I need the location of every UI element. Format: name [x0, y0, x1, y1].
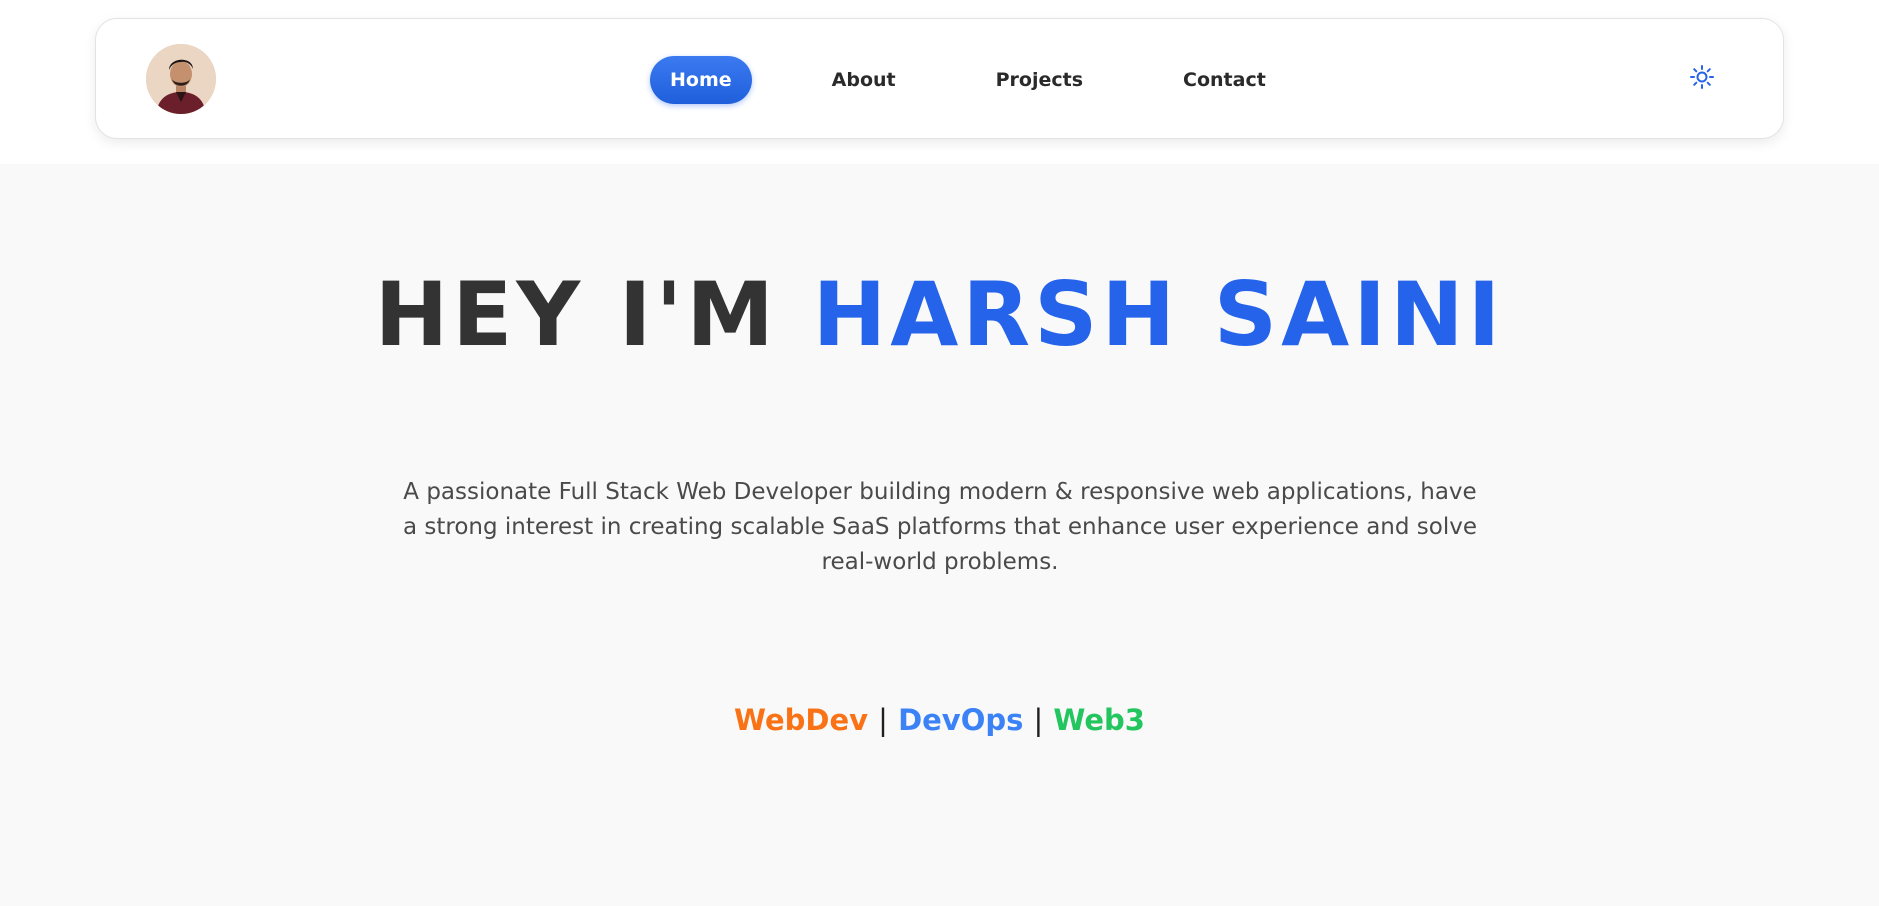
skill-separator: | [878, 703, 888, 737]
skill-web3: Web3 [1053, 703, 1145, 737]
avatar[interactable] [146, 44, 216, 114]
nav-contact[interactable]: Contact [1163, 56, 1286, 104]
navbar: Home About Projects Contact [95, 18, 1784, 139]
skill-webdev: WebDev [734, 703, 869, 737]
theme-toggle-button[interactable] [1686, 61, 1718, 93]
hero-description: A passionate Full Stack Web Developer bu… [402, 479, 1477, 575]
avatar-portrait-icon [146, 44, 216, 114]
hero-title-prefix: HEY I'M [374, 263, 778, 366]
hero-title-name: HARSH SAINI [812, 263, 1505, 366]
nav-home[interactable]: Home [650, 56, 752, 104]
hero-title: HEY I'M HARSH SAINI [0, 263, 1879, 367]
skills-line: WebDev | DevOps | Web3 [0, 700, 1879, 740]
nav-about[interactable]: About [812, 56, 916, 104]
skill-separator: | [1033, 703, 1044, 737]
nav-projects[interactable]: Projects [976, 56, 1103, 104]
nav-links: Home About Projects Contact [650, 56, 1286, 104]
sun-icon [1690, 65, 1714, 89]
skill-devops: DevOps [898, 703, 1024, 737]
